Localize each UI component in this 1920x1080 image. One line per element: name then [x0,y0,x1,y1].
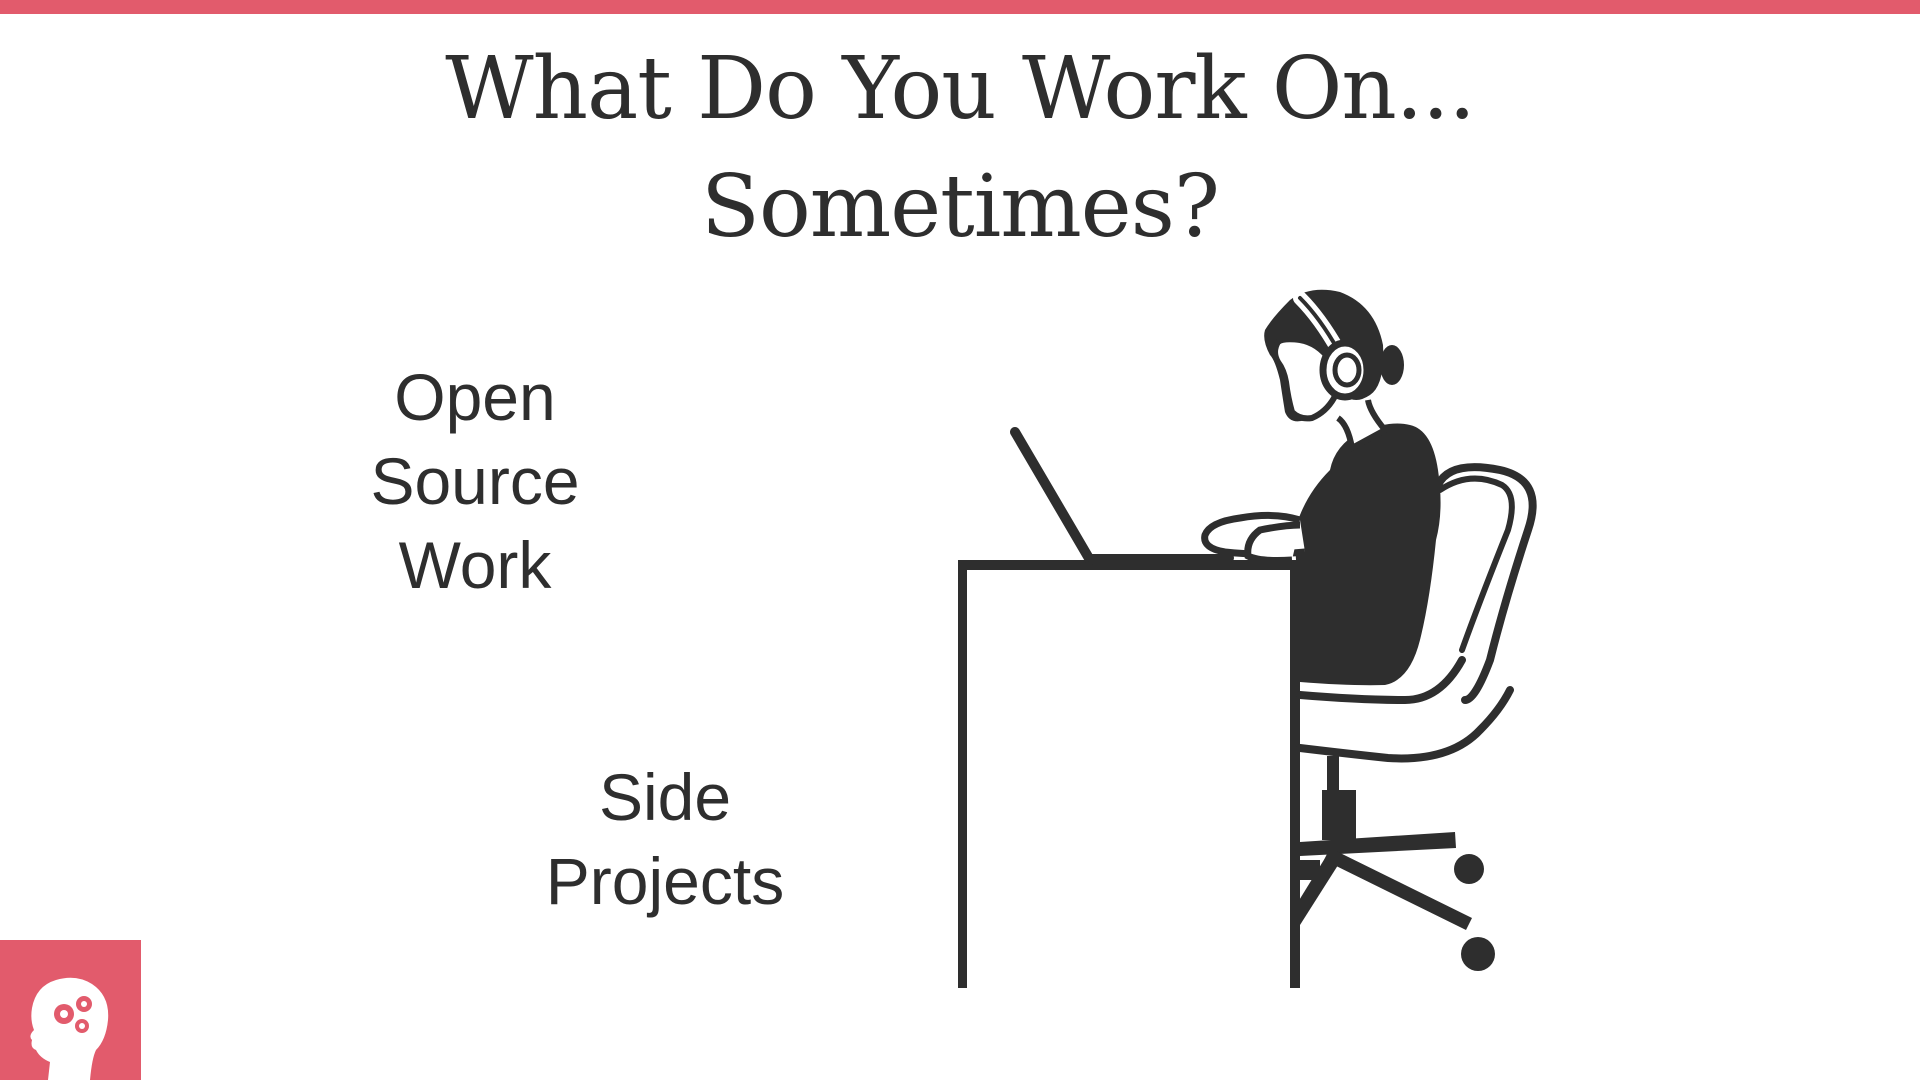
laptop-icon [1010,427,1234,565]
desk-icon [958,560,1300,988]
head-with-gears-icon [30,977,109,1080]
head-with-gears-logo [0,940,141,1080]
person-at-desk-illustration [958,289,1537,988]
slide: What Do You Work On... Sometimes? Open S… [0,0,1920,1080]
person-icon [1201,289,1441,686]
